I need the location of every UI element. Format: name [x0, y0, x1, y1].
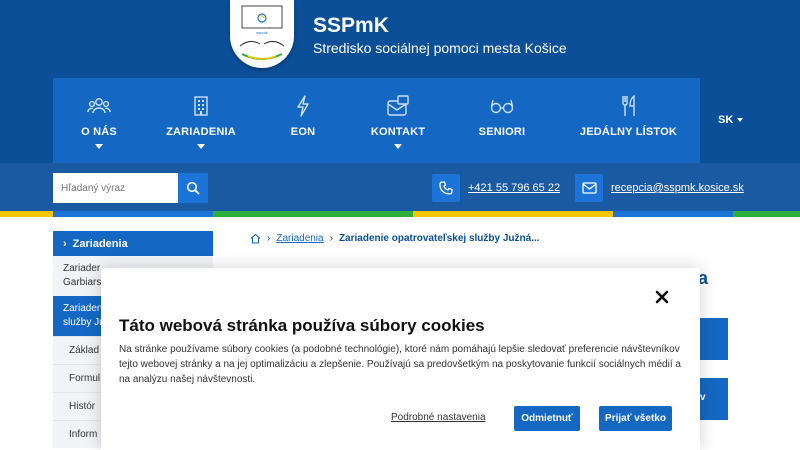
email-contact[interactable]: recepcia@sspmk.kosice.sk	[575, 174, 744, 202]
sidebar-subitem-label: Inform	[69, 429, 98, 440]
breadcrumb-current: Zariadenie opatrovateľskej služby Južná.…	[338, 233, 540, 244]
sidebar-heading[interactable]: › Zariadenia	[53, 231, 213, 256]
sidebar-heading-label: Zariadenia	[72, 237, 128, 250]
logo-emblem-icon: sspmk	[239, 5, 285, 60]
nav-item-o-nas[interactable]: O NÁS	[53, 78, 145, 163]
nav-item-jedalny-listok[interactable]: JEDÁLNY LÍSTOK	[557, 78, 700, 163]
nav-label: EON	[290, 126, 316, 138]
site-title[interactable]: SSPmK	[313, 14, 389, 38]
nav-label: SENIORI	[478, 126, 526, 138]
svg-text:sspmk: sspmk	[256, 30, 268, 35]
cookie-title: Táto webová stránka používa súbory cooki…	[119, 316, 485, 335]
phone-contact[interactable]: +421 55 796 65 22	[432, 174, 560, 202]
phone-icon	[432, 174, 460, 202]
site-subtitle: Stredisko sociálnej pomoci mesta Košice	[313, 40, 567, 56]
chevron-right-icon: ›	[267, 233, 271, 244]
close-icon[interactable]	[655, 290, 669, 304]
email-link[interactable]: recepcia@sspmk.kosice.sk	[611, 182, 744, 194]
search-input[interactable]	[53, 173, 178, 203]
chevron-down-icon	[95, 144, 103, 149]
nav-item-kontakt[interactable]: KONTAKT	[349, 78, 447, 163]
people-icon	[87, 94, 111, 118]
cookie-dialog: Táto webová stránka používa súbory cooki…	[101, 268, 700, 450]
chevron-down-icon	[737, 118, 744, 122]
home-icon[interactable]	[250, 233, 261, 244]
site-logo[interactable]: sspmk	[230, 0, 294, 68]
nav-label: O NÁS	[81, 126, 117, 138]
sidebar-subitem-label: Formul	[69, 373, 101, 384]
content-button-fragment: v	[700, 392, 706, 403]
cookie-text: Na stránke používame súbory cookies (a p…	[119, 344, 681, 385]
nav-label: KONTAKT	[370, 126, 426, 138]
chevron-down-icon	[197, 144, 205, 149]
building-icon	[189, 94, 213, 118]
language-label: SK	[718, 114, 734, 126]
glasses-icon	[490, 94, 514, 118]
nav-item-zariadenia[interactable]: ZARIADENIA	[145, 78, 257, 163]
breadcrumb: › Zariadenia › Zariadenie opatrovateľske…	[250, 233, 540, 244]
search-button[interactable]	[178, 173, 208, 203]
chevron-right-icon: ›	[63, 237, 67, 250]
nav-label: ZARIADENIA	[166, 126, 236, 138]
sidebar-subitem-label: Histór	[69, 401, 96, 412]
breadcrumb-link[interactable]: Zariadenia	[276, 233, 323, 244]
phone-link[interactable]: +421 55 796 65 22	[468, 182, 560, 194]
chevron-right-icon: ›	[329, 233, 333, 244]
language-switcher[interactable]: SK	[718, 114, 744, 126]
nav-item-seniori[interactable]: SENIORI	[447, 78, 557, 163]
main-nav: O NÁS ZARIADENIA EON KONTAKT SENIORI JED…	[53, 78, 700, 163]
site-header: sspmk SSPmK Stredisko sociálnej pomoci m…	[0, 0, 800, 163]
contact-card-icon	[386, 94, 410, 118]
utility-bar: +421 55 796 65 22 recepcia@sspmk.kosice.…	[0, 163, 800, 211]
envelope-icon	[575, 174, 603, 202]
cutlery-icon	[617, 94, 641, 118]
nav-label: JEDÁLNY LÍSTOK	[579, 126, 678, 138]
bolt-icon	[291, 94, 315, 118]
color-stripe	[0, 211, 800, 217]
search-icon	[186, 181, 200, 195]
cookie-settings-link[interactable]: Podrobné nastavenia	[391, 412, 486, 423]
sidebar-subitem-label: Základ	[69, 345, 100, 356]
accept-all-cookies-button[interactable]: Prijať všetko	[599, 406, 672, 431]
chevron-down-icon	[394, 144, 402, 149]
nav-item-eon[interactable]: EON	[257, 78, 349, 163]
reject-cookies-button[interactable]: Odmietnuť	[514, 406, 580, 431]
